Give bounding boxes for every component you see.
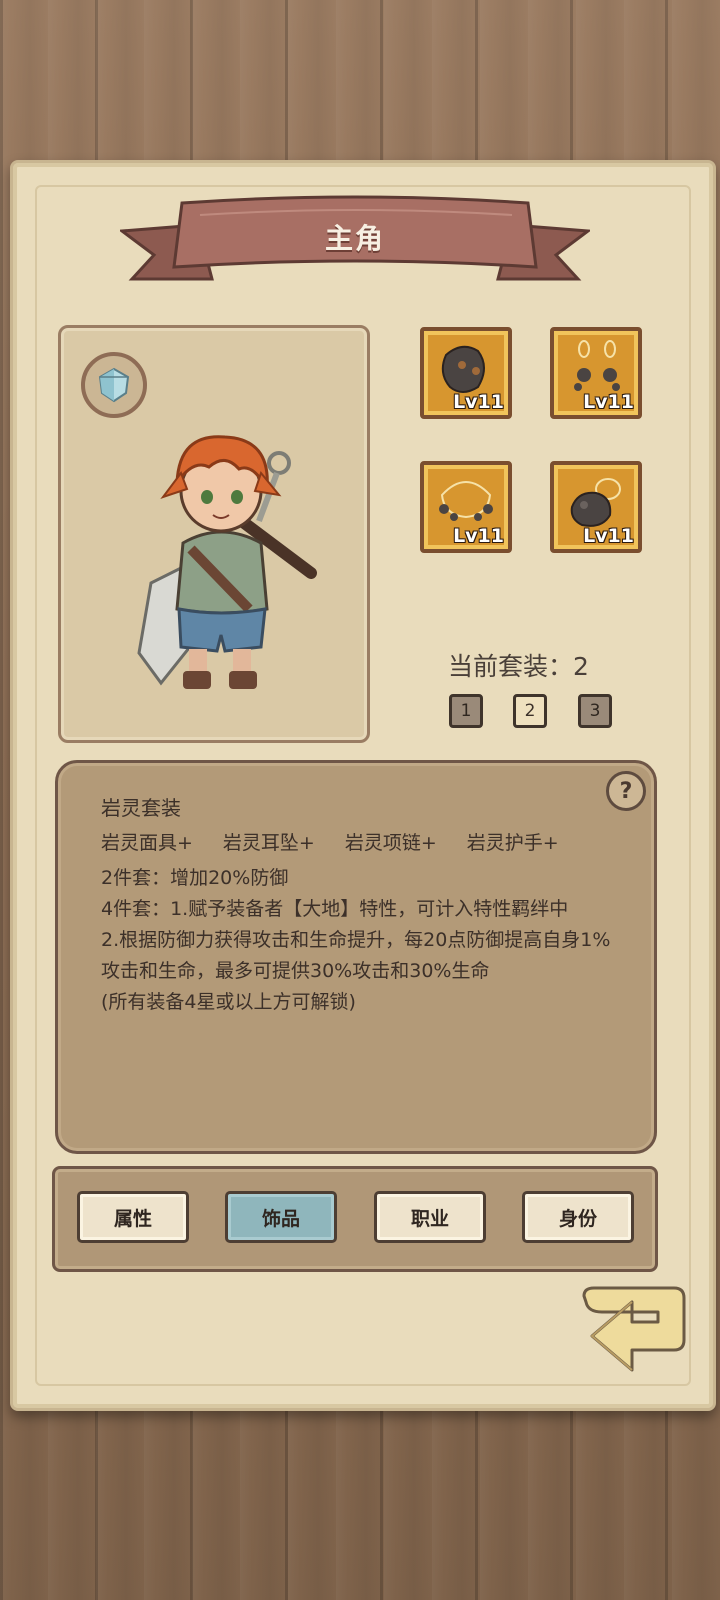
title-ribbon: 主角 xyxy=(117,195,593,295)
equip-level: Lv11 xyxy=(453,391,504,413)
equip-slot-necklace[interactable]: Lv11 xyxy=(420,461,512,553)
set-description-panel: ? 岩灵套装 岩灵面具+ 岩灵耳坠+ 岩灵项链+ 岩灵护手+ 2件套：增加20%… xyxy=(55,760,657,1154)
set-bonus-2: 2件套：增加20%防御 xyxy=(101,867,289,889)
set-button-2[interactable]: 2 xyxy=(513,694,547,728)
tab-attributes[interactable]: 属性 xyxy=(77,1191,189,1243)
set-piece: 岩灵项链+ xyxy=(344,832,437,854)
bottom-tab-bar: 属性 饰品 职业 身份 xyxy=(52,1166,658,1272)
equip-level: Lv11 xyxy=(453,525,504,547)
equip-slot-mask[interactable]: Lv11 xyxy=(420,327,512,419)
set-piece: 岩灵耳坠+ xyxy=(222,832,315,854)
equip-slot-earring[interactable]: Lv11 xyxy=(550,327,642,419)
tab-class[interactable]: 职业 xyxy=(374,1191,486,1243)
set-button-3[interactable]: 3 xyxy=(578,694,612,728)
back-button[interactable] xyxy=(574,1284,690,1388)
hero-portrait-card[interactable] xyxy=(58,325,370,743)
tab-accessories[interactable]: 饰品 xyxy=(225,1191,337,1243)
set-button-1[interactable]: 1 xyxy=(449,694,483,728)
set-piece: 岩灵护手+ xyxy=(466,832,559,854)
set-bonus-4: 4件套：1.赋予装备者【大地】特性，可计入特性羁绊中 xyxy=(101,898,569,920)
equip-slot-gauntlet[interactable]: Lv11 xyxy=(550,461,642,553)
set-piece: 岩灵面具+ xyxy=(101,832,193,854)
equip-level: Lv11 xyxy=(583,525,634,547)
set-bonus-4-detail: 2.根据防御力获得攻击和生命提升，每20点防御提高自身1%攻击和生命，最多可提供… xyxy=(101,929,611,982)
equip-level: Lv11 xyxy=(583,391,634,413)
set-description-text: 岩灵套装 岩灵面具+ 岩灵耳坠+ 岩灵项链+ 岩灵护手+ 2件套：增加20%防御… xyxy=(101,793,621,1018)
hero-character-icon xyxy=(137,435,317,689)
page-title: 主角 xyxy=(324,222,385,255)
tab-identity[interactable]: 身份 xyxy=(522,1191,634,1243)
back-arrow-icon xyxy=(582,1286,686,1372)
current-set-label: 当前套装：2 xyxy=(448,652,589,681)
unlock-condition: (所有装备4星或以上方可解锁) xyxy=(101,991,356,1013)
set-pieces-list: 岩灵面具+ 岩灵耳坠+ 岩灵项链+ 岩灵护手+ xyxy=(101,828,621,859)
set-name: 岩灵套装 xyxy=(101,796,181,820)
